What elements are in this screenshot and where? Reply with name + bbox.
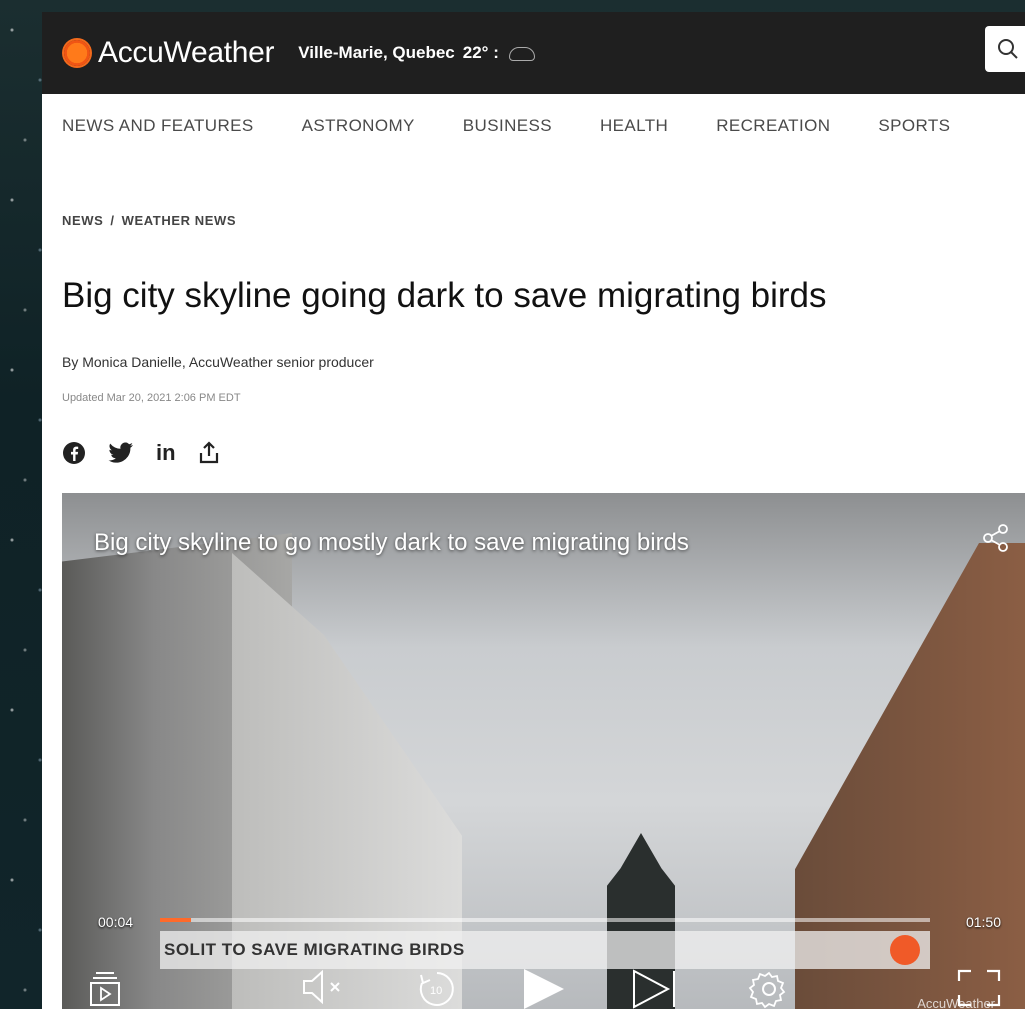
nav-item-health[interactable]: HEALTH: [600, 116, 668, 136]
video-progress-bar[interactable]: [160, 918, 930, 922]
cloud-icon: [508, 47, 535, 61]
video-duration: 01:50: [965, 914, 1001, 930]
article-updated-time: Updated Mar 20, 2021 2:06 PM EDT: [62, 392, 241, 404]
facebook-icon[interactable]: [62, 441, 86, 465]
accuweather-badge-icon: [890, 935, 920, 965]
breadcrumb-separator: /: [110, 213, 115, 228]
video-current-time: 00:04: [98, 914, 134, 930]
twitter-icon[interactable]: [108, 442, 134, 464]
sun-logo-icon: [64, 40, 90, 66]
mute-icon[interactable]: [298, 967, 348, 1007]
search-button[interactable]: [985, 26, 1025, 72]
article-title: Big city skyline going dark to save migr…: [62, 276, 827, 315]
replay-10-icon[interactable]: 10: [412, 967, 462, 1009]
article-page: AccuWeather Ville-Marie, Quebec 22° : NE…: [42, 12, 1025, 1009]
linkedin-icon[interactable]: in: [156, 440, 176, 466]
svg-text:10: 10: [430, 985, 442, 997]
video-share-icon[interactable]: [981, 523, 1011, 553]
video-controls: 10: [62, 967, 1025, 1009]
current-location[interactable]: Ville-Marie, Quebec 22° :: [298, 43, 535, 63]
breadcrumb-news[interactable]: NEWS: [62, 213, 103, 228]
playlist-icon[interactable]: [88, 967, 122, 1009]
share-bar: in: [62, 440, 220, 466]
video-player[interactable]: Big city skyline to go mostly dark to sa…: [62, 493, 1025, 1009]
nav-item-sports[interactable]: SPORTS: [878, 116, 950, 136]
nav-item-astronomy[interactable]: ASTRONOMY: [302, 116, 415, 136]
video-caption-banner: SOLIT TO SAVE MIGRATING BIRDS: [160, 931, 930, 969]
video-watermark: AccuWeather: [917, 996, 995, 1009]
accuweather-logo[interactable]: AccuWeather: [64, 36, 275, 70]
nav-item-recreation[interactable]: RECREATION: [716, 116, 830, 136]
nav-item-business[interactable]: BUSINESS: [463, 116, 552, 136]
brand-name: AccuWeather: [98, 36, 275, 69]
nav-item-news-and-features[interactable]: NEWS AND FEATURES: [62, 116, 254, 136]
article-byline: By Monica Danielle, AccuWeather senior p…: [62, 354, 374, 370]
site-header: AccuWeather Ville-Marie, Quebec 22° :: [42, 12, 1025, 94]
breadcrumb-weather-news[interactable]: WEATHER NEWS: [122, 213, 237, 228]
next-icon[interactable]: [630, 967, 680, 1009]
current-temperature: 22° :: [462, 43, 499, 62]
category-nav: NEWS AND FEATURES ASTRONOMY BUSINESS HEA…: [62, 116, 998, 136]
location-name: Ville-Marie, Quebec: [298, 43, 455, 62]
video-progress-fill: [160, 918, 191, 922]
video-title: Big city skyline to go mostly dark to sa…: [94, 529, 689, 556]
search-icon: [998, 39, 1018, 59]
play-icon[interactable]: [520, 967, 566, 1009]
share-icon[interactable]: [198, 441, 220, 465]
video-caption-text: SOLIT TO SAVE MIGRATING BIRDS: [164, 940, 465, 959]
settings-gear-icon[interactable]: [746, 967, 792, 1009]
breadcrumb: NEWS / WEATHER NEWS: [62, 213, 236, 228]
